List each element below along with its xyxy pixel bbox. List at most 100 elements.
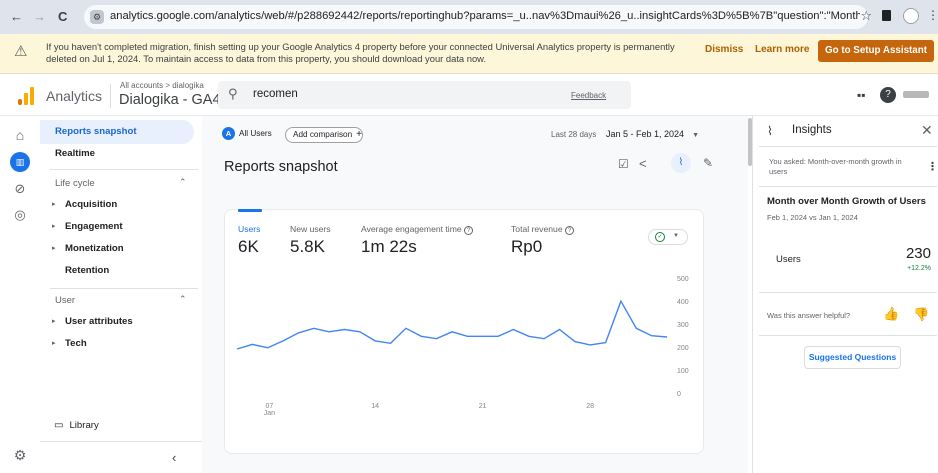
acquisition-label: Acquisition — [65, 199, 118, 210]
back-icon[interactable]: ← — [10, 9, 23, 24]
property-selector[interactable]: Dialogika - GA4▾ — [119, 92, 228, 108]
users-line-chart — [236, 299, 668, 350]
insights-panel: ⌇ Insights ✕ You asked: Month-over-month… — [752, 116, 938, 473]
insights-icon[interactable]: ⌇ — [671, 153, 691, 173]
engagement-label: Engagement — [65, 221, 123, 232]
site-settings-icon[interactable]: ⚙ — [90, 10, 104, 24]
help-icon[interactable]: ? — [880, 87, 896, 103]
insights-divider — [759, 292, 937, 293]
analytics-logo-icon[interactable] — [18, 87, 36, 105]
left-nav-rail: ⌂ ▥ ⊘ ◎ ⚙ — [0, 116, 40, 473]
asked-question: You asked: Month-over-month growth in us… — [769, 157, 902, 176]
date-range-picker[interactable]: Jan 5 - Feb 1, 2024 ▼ — [606, 129, 699, 139]
monetization-label: Monetization — [65, 243, 124, 254]
date-range-label: Last 28 days — [551, 130, 597, 139]
sidebar-divider — [40, 441, 202, 442]
app-name: Analytics — [46, 88, 103, 104]
sidebar-item-acquisition[interactable]: ▸ Acquisition — [40, 193, 194, 217]
sidebar-item-tech[interactable]: ▸ Tech — [40, 332, 194, 356]
date-range-value: Jan 5 - Feb 1, 2024 — [606, 129, 685, 139]
insight-metric-label: Users — [776, 254, 801, 265]
folder-icon: ▭ — [54, 420, 64, 431]
lifecycle-label: Life cycle — [55, 178, 95, 189]
share-icon[interactable]: < — [639, 156, 647, 171]
sidebar-item-library[interactable]: ▭ Library — [40, 414, 194, 438]
insight-metric-value: 230 — [905, 245, 931, 262]
insight-heading: Month over Month Growth of Users — [767, 196, 926, 207]
collapse-sidebar-icon[interactable]: ‹ — [172, 450, 176, 465]
advertising-icon[interactable]: ◎ — [11, 206, 29, 224]
sidebar-item-realtime[interactable]: Realtime — [40, 142, 194, 166]
forward-icon[interactable]: → — [33, 9, 46, 24]
search-input[interactable]: ⚲ recomen Feedback — [218, 81, 631, 109]
caret-right-icon: ▸ — [52, 340, 56, 347]
suggested-questions-button[interactable]: Suggested Questions — [804, 346, 901, 369]
chevron-up-icon: ⌃ — [179, 177, 187, 187]
feedback-link[interactable]: Feedback — [571, 91, 606, 100]
sidebar-divider — [50, 288, 198, 289]
helpful-prompt: Was this answer helpful? — [767, 311, 851, 320]
learn-more-link[interactable]: Learn more — [755, 44, 809, 55]
apps-grid-icon[interactable]: ▪▪ — [857, 88, 866, 102]
reload-icon[interactable]: C — [58, 9, 67, 24]
segment-badge: A — [222, 127, 235, 140]
search-icon: ⚲ — [228, 86, 238, 101]
insights-divider — [759, 146, 937, 147]
thumbs-down-icon[interactable]: 👍 — [913, 306, 929, 322]
caret-right-icon: ▸ — [52, 245, 56, 252]
banner-message: If you haven't completed migration, fini… — [46, 41, 675, 64]
caret-right-icon: ▸ — [52, 318, 56, 325]
sidepanel-icon[interactable] — [882, 10, 891, 21]
thumbs-up-icon[interactable]: 👍 — [883, 306, 899, 322]
sidebar-item-retention[interactable]: Retention — [40, 259, 194, 283]
insights-sparkle-icon: ⌇ — [767, 124, 773, 138]
setup-assistant-button[interactable]: Go to Setup Assistant — [818, 40, 934, 62]
caret-right-icon: ▸ — [52, 201, 56, 208]
sidebar-divider — [50, 169, 198, 170]
browser-menu-icon[interactable]: ⋮ — [927, 8, 938, 22]
reports-icon[interactable]: ▥ — [10, 152, 30, 172]
sidebar-item-monetization[interactable]: ▸ Monetization — [40, 237, 194, 261]
insights-divider — [759, 335, 937, 336]
caret-down-icon: ▼ — [692, 132, 699, 139]
user-label: User — [55, 295, 76, 306]
customize-report-icon[interactable]: ☑ — [618, 157, 629, 171]
caret-right-icon: ▸ — [52, 223, 56, 230]
url-text: analytics.google.com/analytics/web/#/p28… — [110, 10, 860, 22]
address-bar[interactable]: ⚙ analytics.google.com/analytics/web/#/p… — [84, 5, 872, 29]
main-content: A All Users Add comparison + Last 28 days… — [202, 116, 748, 473]
account-avatar[interactable] — [903, 91, 929, 98]
all-users-label: All Users — [239, 129, 272, 138]
sidebar-item-engagement[interactable]: ▸ Engagement — [40, 215, 194, 239]
sidebar-section-user[interactable]: User ⌃ — [55, 294, 187, 306]
plus-icon: + — [356, 129, 363, 140]
users-series-line[interactable] — [236, 299, 668, 350]
edit-pencil-icon[interactable]: ✎ — [703, 156, 713, 170]
account-breadcrumb[interactable]: All accounts > dialogika — [120, 81, 204, 90]
close-icon[interactable]: ✕ — [921, 122, 933, 139]
insights-divider — [759, 186, 937, 187]
reports-sidebar: Reports snapshot Realtime Life cycle ⌃ ▸ A… — [40, 116, 202, 473]
library-label: Library — [69, 420, 99, 431]
more-options-icon[interactable]: ⋮ — [927, 160, 938, 173]
bookmark-star-icon[interactable]: ☆ — [860, 8, 872, 24]
header-divider — [110, 84, 111, 108]
explore-icon[interactable]: ⊘ — [11, 180, 29, 198]
page-title: Reports snapshot — [224, 159, 338, 175]
add-comparison-button[interactable]: Add comparison + — [285, 127, 363, 143]
all-users-chip[interactable]: A All Users — [222, 126, 282, 142]
sidebar-section-lifecycle[interactable]: Life cycle ⌃ — [55, 177, 187, 189]
sidebar-item-user-attributes[interactable]: ▸ User attributes — [40, 310, 194, 334]
sidebar-item-reports-snapshot[interactable]: Reports snapshot — [40, 120, 194, 144]
dismiss-button[interactable]: Dismiss — [705, 44, 743, 55]
browser-toolbar: ← → C ⚙ analytics.google.com/analytics/w… — [0, 0, 938, 34]
insight-metric-change: +12.2% — [907, 265, 931, 272]
add-comparison-label: Add comparison — [293, 130, 353, 139]
app-header: Analytics All accounts > dialogika Dialo… — [0, 75, 938, 116]
insights-title: Insights — [792, 124, 832, 136]
migration-banner: ⚠ If you haven't completed migration, fi… — [0, 34, 938, 74]
admin-gear-icon[interactable]: ⚙ — [11, 446, 29, 464]
home-icon[interactable]: ⌂ — [11, 126, 29, 144]
insight-comparison: Feb 1, 2024 vs Jan 1, 2024 — [767, 213, 858, 222]
profile-icon[interactable] — [903, 8, 919, 24]
